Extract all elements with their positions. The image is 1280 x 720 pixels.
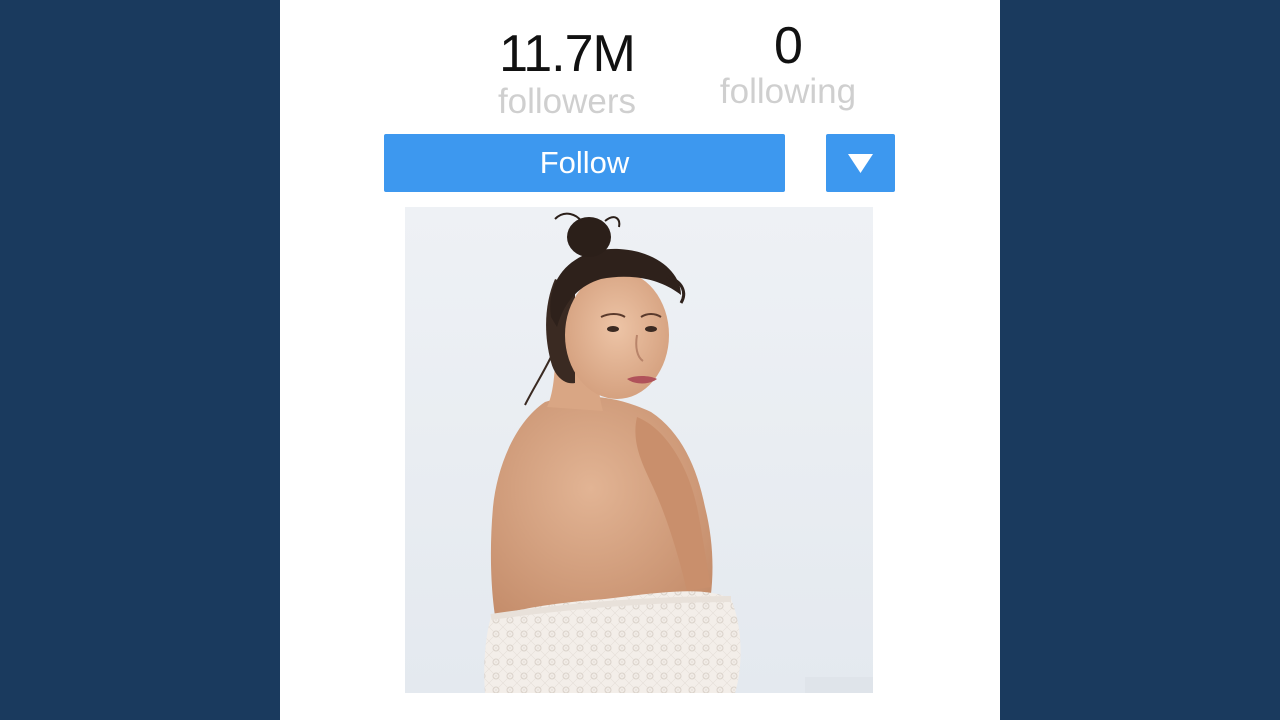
followers-count: 11.7M [499, 25, 636, 83]
triangle-down-icon [848, 154, 873, 173]
profile-photo-image [405, 207, 873, 693]
followers-label: followers [497, 82, 637, 121]
profile-panel: 11.7M followers 0 following Follow [280, 0, 1000, 720]
following-stat[interactable]: 0 following [708, 18, 868, 112]
profile-photo[interactable] [405, 207, 873, 693]
followers-stat[interactable]: 11.7M followers [482, 24, 652, 122]
follow-options-dropdown-button[interactable] [826, 134, 895, 192]
following-count: 0 [774, 17, 803, 75]
app-window: 11.7M followers 0 following Follow [0, 0, 1280, 720]
follow-button[interactable]: Follow [384, 134, 785, 192]
following-label: following [719, 72, 857, 111]
